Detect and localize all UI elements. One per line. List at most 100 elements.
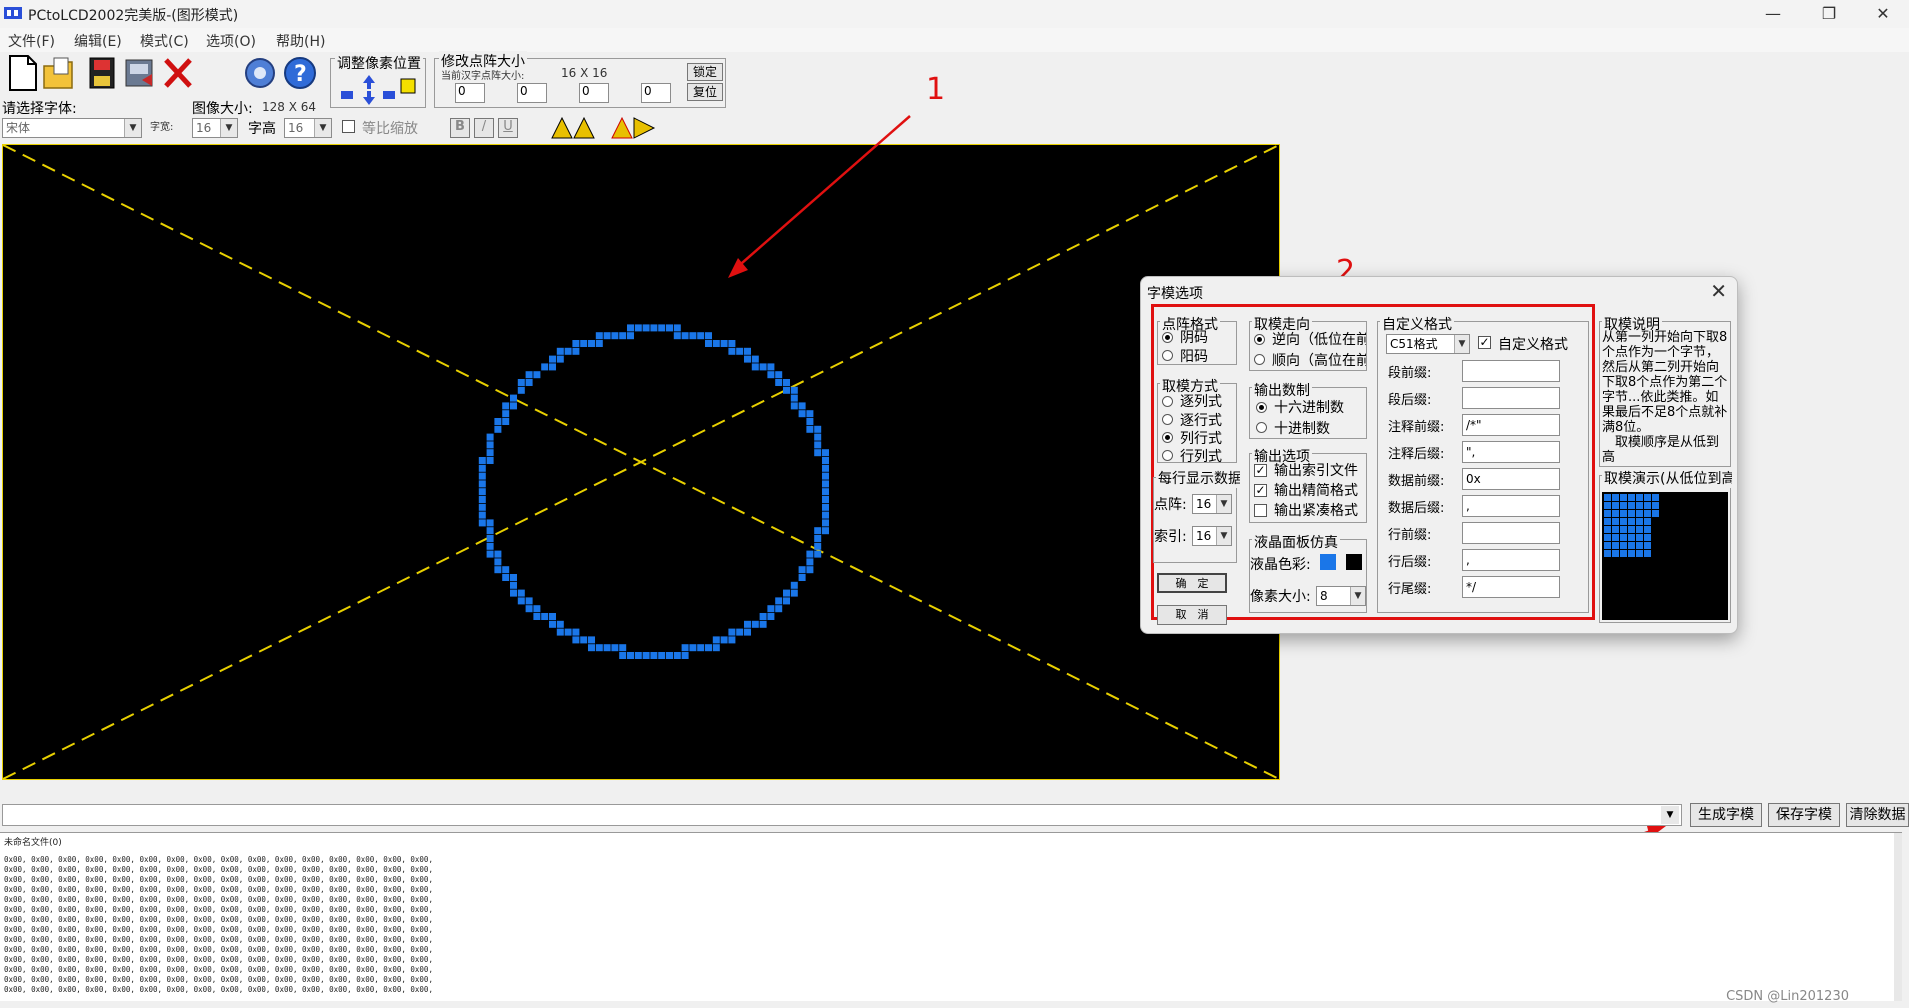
italic-button[interactable]: / bbox=[474, 118, 494, 138]
menu-help[interactable]: 帮助(H) bbox=[276, 31, 325, 51]
minimize-button[interactable]: — bbox=[1750, 2, 1796, 26]
font-select[interactable]: 宋体 ▼ bbox=[2, 118, 142, 138]
menu-mode[interactable]: 模式(C) bbox=[140, 31, 189, 51]
size-spin-bottom[interactable]: 0 bbox=[641, 83, 671, 103]
size-spin-right[interactable]: 0 bbox=[579, 83, 609, 103]
radio-row[interactable] bbox=[1162, 414, 1173, 425]
adjust-pixel-group: 调整像素位置 bbox=[330, 53, 426, 108]
check-tight-format[interactable] bbox=[1254, 504, 1267, 517]
lit-pixel bbox=[510, 394, 517, 402]
generate-button[interactable]: 生成字模 bbox=[1690, 803, 1762, 827]
size-spin-top[interactable]: 0 bbox=[517, 83, 547, 103]
pixel-size-select[interactable]: 8 ▼ bbox=[1316, 586, 1366, 606]
clear-button[interactable]: 清除数据 bbox=[1846, 803, 1909, 827]
demo-pixel bbox=[1604, 510, 1611, 517]
pixel-drawing[interactable] bbox=[3, 145, 1279, 779]
field-input[interactable] bbox=[1462, 522, 1560, 544]
radio-decimal[interactable] bbox=[1256, 422, 1267, 433]
check-compact-output[interactable]: ✓ bbox=[1254, 484, 1267, 497]
drawing-canvas[interactable] bbox=[2, 144, 1280, 780]
export-icon[interactable] bbox=[122, 54, 158, 92]
dots-per-line-select[interactable]: 16 ▼ bbox=[1192, 494, 1232, 514]
pixel-shift-arrows-icon[interactable] bbox=[339, 73, 419, 107]
lit-pixel bbox=[720, 340, 728, 347]
lit-pixel bbox=[603, 332, 611, 340]
field-label: 行尾缀: bbox=[1388, 582, 1432, 597]
demo-pixel bbox=[1636, 518, 1643, 525]
field-input[interactable]: , bbox=[1462, 549, 1560, 571]
menu-options[interactable]: 选项(O) bbox=[206, 31, 256, 51]
annotation-arrow-1 bbox=[728, 115, 911, 278]
output-area[interactable]: 未命名文件(0) 0x00, 0x00, 0x00, 0x00, 0x00, 0… bbox=[0, 832, 1902, 1001]
lit-pixel bbox=[595, 644, 603, 652]
save-button[interactable]: 保存字模 bbox=[1768, 803, 1840, 827]
field-input[interactable]: ", bbox=[1462, 441, 1560, 463]
dialog-close-icon[interactable]: ✕ bbox=[1710, 279, 1727, 303]
output-line: 0x00, 0x00, 0x00, 0x00, 0x00, 0x00, 0x00… bbox=[4, 895, 433, 904]
lock-button[interactable]: 锁定 bbox=[687, 63, 723, 81]
radio-row-column[interactable] bbox=[1162, 450, 1173, 461]
radio-positive[interactable] bbox=[1162, 350, 1173, 361]
flip-vertical-icon[interactable] bbox=[610, 116, 656, 140]
lcd-background-swatch[interactable] bbox=[1346, 554, 1362, 570]
field-input[interactable]: */ bbox=[1462, 576, 1560, 598]
lit-pixel bbox=[775, 379, 783, 386]
cancel-button[interactable]: 取 消 bbox=[1157, 605, 1227, 625]
delete-icon[interactable] bbox=[160, 54, 196, 92]
lit-pixel bbox=[486, 449, 494, 457]
radio-column[interactable] bbox=[1162, 396, 1173, 407]
chevron-down-icon: ▼ bbox=[1661, 806, 1679, 824]
menu-file[interactable]: 文件(F) bbox=[8, 31, 55, 51]
underline-button[interactable]: U bbox=[498, 118, 518, 138]
field-input[interactable] bbox=[1462, 387, 1560, 409]
demo-pixel bbox=[1636, 542, 1643, 549]
output-line: 0x00, 0x00, 0x00, 0x00, 0x00, 0x00, 0x00… bbox=[4, 955, 433, 964]
output-scrollbar[interactable] bbox=[1894, 833, 1902, 1001]
demo-pixel bbox=[1628, 510, 1635, 517]
demo-pixel bbox=[1612, 550, 1619, 557]
open-folder-icon[interactable] bbox=[42, 54, 78, 92]
size-spin-left[interactable]: 0 bbox=[455, 83, 485, 103]
lcd-foreground-swatch[interactable] bbox=[1320, 554, 1336, 570]
radio-hex[interactable] bbox=[1256, 402, 1267, 413]
lit-pixel bbox=[517, 597, 525, 605]
check-index-file[interactable]: ✓ bbox=[1254, 464, 1267, 477]
field-label: 段后缀: bbox=[1388, 393, 1432, 408]
maximize-button[interactable]: ❐ bbox=[1806, 2, 1852, 26]
lit-pixel bbox=[697, 644, 705, 652]
save-icon[interactable] bbox=[84, 54, 120, 92]
lit-pixel bbox=[790, 589, 798, 597]
help-icon[interactable]: ? bbox=[282, 54, 318, 92]
field-input[interactable]: , bbox=[1462, 495, 1560, 517]
demo-pixel bbox=[1644, 502, 1651, 509]
bold-button[interactable]: B bbox=[450, 118, 470, 138]
radio-reverse[interactable] bbox=[1254, 334, 1265, 345]
lit-pixel bbox=[533, 371, 541, 379]
lit-pixel bbox=[650, 652, 658, 659]
ok-button[interactable]: 确 定 bbox=[1157, 573, 1227, 593]
settings-gear-icon[interactable] bbox=[242, 54, 278, 92]
close-button[interactable]: ✕ bbox=[1860, 2, 1906, 26]
lit-pixel bbox=[728, 636, 736, 644]
lit-pixel bbox=[627, 332, 634, 340]
field-input[interactable]: /*" bbox=[1462, 414, 1560, 436]
char-width-select[interactable]: 16 ▼ bbox=[192, 118, 238, 138]
lit-pixel bbox=[673, 652, 681, 659]
field-input[interactable] bbox=[1462, 360, 1560, 382]
custom-format-checkbox[interactable]: ✓ bbox=[1478, 336, 1491, 349]
proportional-checkbox[interactable] bbox=[342, 120, 355, 133]
reset-button[interactable]: 复位 bbox=[687, 83, 723, 101]
output-line: 0x00, 0x00, 0x00, 0x00, 0x00, 0x00, 0x00… bbox=[4, 935, 433, 944]
menu-edit[interactable]: 编辑(E) bbox=[74, 31, 122, 51]
output-select[interactable]: ▼ bbox=[2, 804, 1682, 826]
char-height-select[interactable]: 16 ▼ bbox=[284, 118, 332, 138]
field-input[interactable]: 0x bbox=[1462, 468, 1560, 490]
radio-forward[interactable] bbox=[1254, 354, 1265, 365]
format-select[interactable]: C51格式 ▼ bbox=[1386, 334, 1470, 354]
lit-pixel bbox=[486, 441, 494, 449]
flip-horizontal-icon[interactable] bbox=[550, 116, 596, 140]
new-file-icon[interactable] bbox=[4, 54, 40, 92]
radio-negative[interactable] bbox=[1162, 332, 1173, 343]
index-per-line-select[interactable]: 16 ▼ bbox=[1192, 526, 1232, 546]
radio-column-row[interactable] bbox=[1162, 432, 1173, 443]
